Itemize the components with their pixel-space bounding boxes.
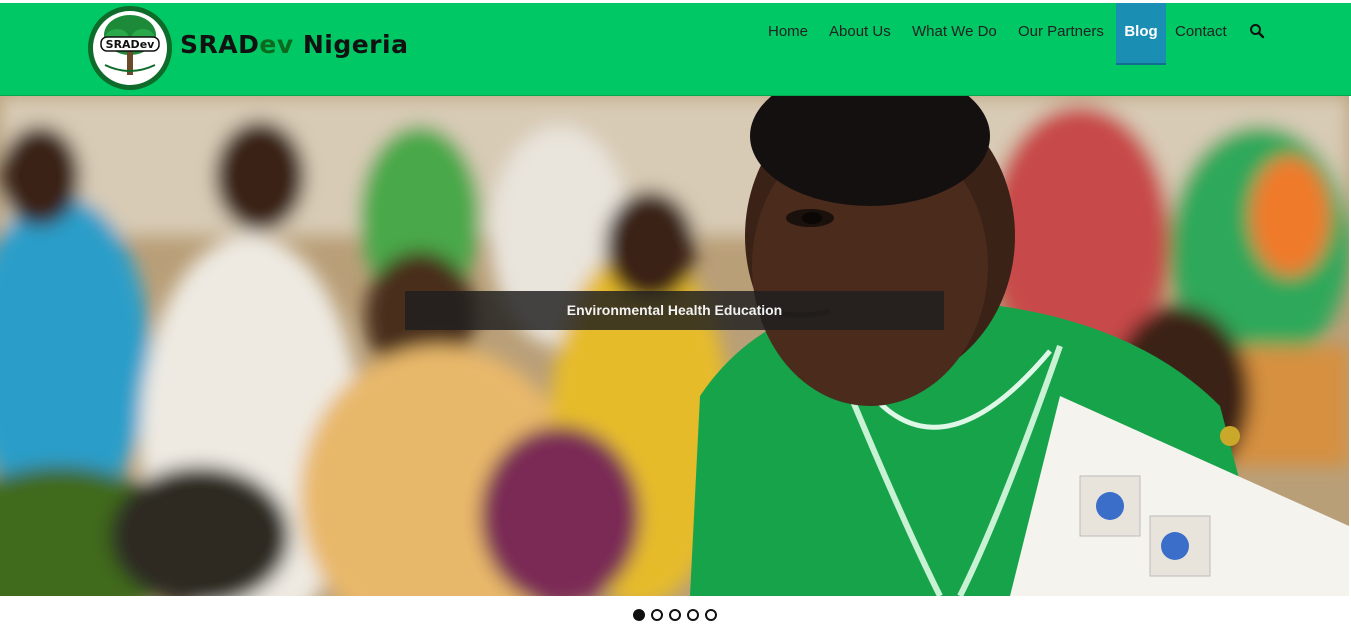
- logo-emblem-icon: SRADev: [88, 6, 172, 90]
- brand-name-post: Nigeria: [293, 30, 409, 59]
- site-header: SRADev SRADev Nigeria Home About Us What…: [0, 3, 1351, 96]
- nav-item-home[interactable]: Home: [768, 3, 808, 63]
- nav-item-blog[interactable]: Blog: [1116, 3, 1166, 65]
- site-title[interactable]: SRADev Nigeria: [180, 30, 408, 59]
- slider-dot-1[interactable]: [633, 609, 645, 621]
- slider-dot-3[interactable]: [669, 609, 681, 621]
- slider-dot-2[interactable]: [651, 609, 663, 621]
- brand-name-pre: SRAD: [180, 30, 260, 59]
- slide-caption: Environmental Health Education: [405, 291, 944, 330]
- logo-lettering: SRADev: [106, 38, 155, 51]
- slide-image: [0, 96, 1349, 596]
- brand-name-ev: ev: [259, 30, 294, 59]
- slider-dot-4[interactable]: [687, 609, 699, 621]
- nav-item-contact[interactable]: Contact: [1175, 3, 1227, 63]
- site-logo[interactable]: SRADev: [87, 5, 173, 91]
- search-icon[interactable]: [1249, 23, 1265, 39]
- nav-item-what-we-do[interactable]: What We Do: [912, 3, 997, 63]
- hero-slider[interactable]: Environmental Health Education: [0, 96, 1349, 596]
- slider-dot-5[interactable]: [705, 609, 717, 621]
- nav-item-our-partners[interactable]: Our Partners: [1018, 3, 1104, 63]
- nav-item-about-us[interactable]: About Us: [829, 3, 891, 63]
